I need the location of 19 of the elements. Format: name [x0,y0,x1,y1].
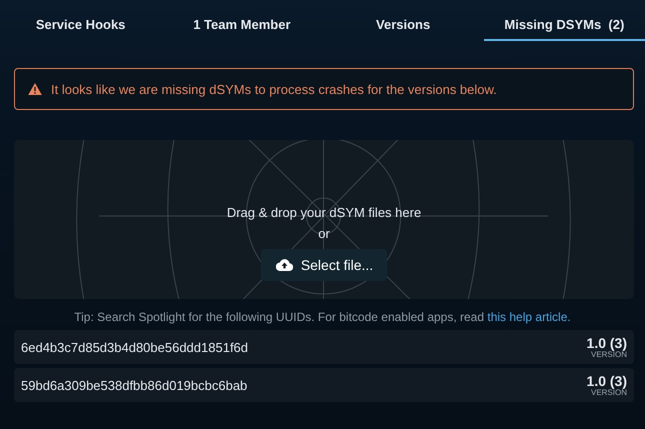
select-file-button[interactable]: Select file... [260,249,388,281]
tip-text: Tip: Search Spotlight for the following UUIDs. For bitcode enabled apps, read this help article. [73,310,572,324]
version-number: 1.0 (3) [586,374,627,388]
version-number: 1.0 (3) [586,336,627,350]
drop-instruction: Drag & drop your dSYM files here [226,205,422,220]
warning-icon [28,83,42,95]
tab[interactable]: 1 Team Member [161,0,322,41]
help-article-link[interactable]: this help article. [487,310,571,324]
alert-message: It looks like we are missing dSYMs to process crashes for the versions below. [51,82,497,96]
version-label: VERSION [590,350,627,358]
tab[interactable]: Service Hooks [0,0,162,41]
drop-zone[interactable]: Drag & drop your dSYM files here or Select file... [14,140,634,299]
uuid-text: 59bd6a309be538dfbb86d019bcbc6bab [21,378,248,392]
or-label: or [318,226,330,241]
tab[interactable]: Versions [322,0,484,41]
uuid-text: 6ed4b3c7d85d3b4d80be56ddd1851f6d [21,340,248,354]
version-label: VERSION [590,388,627,396]
cloud-upload-icon [276,259,293,271]
tab[interactable]: Missing DSYMs (2) [484,0,645,41]
